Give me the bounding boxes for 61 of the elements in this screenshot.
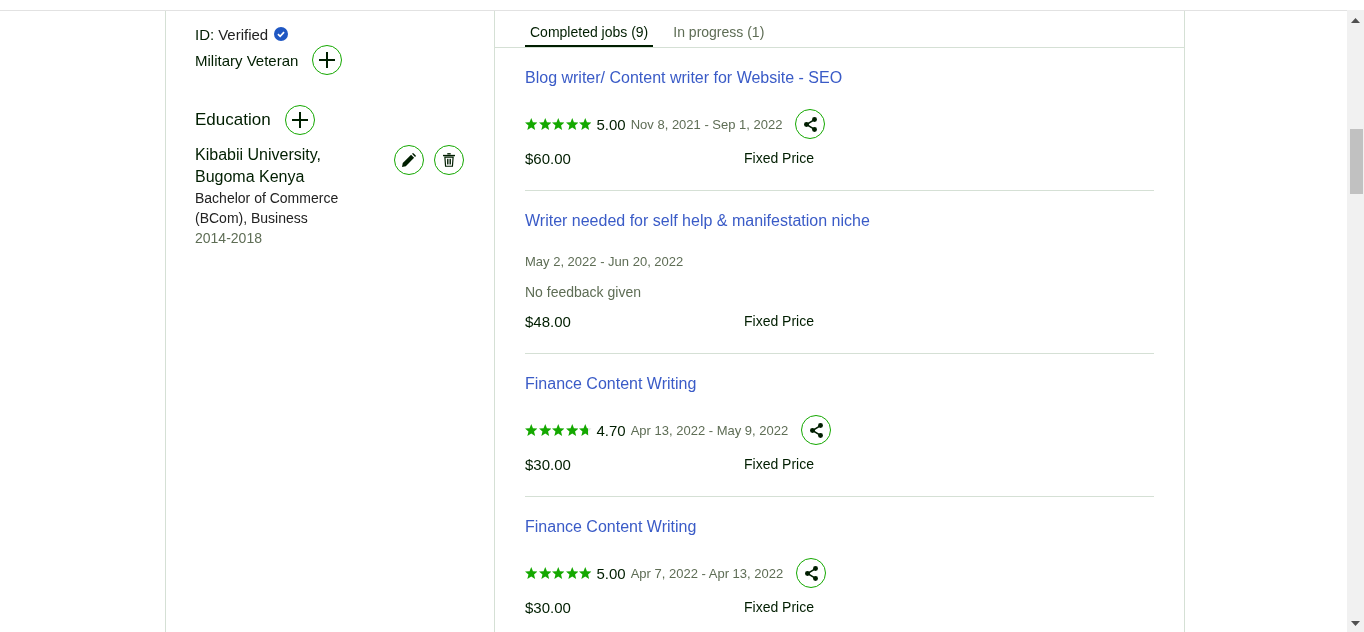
rating-value: 4.70: [596, 421, 626, 439]
share-icon: [804, 565, 818, 581]
star-icon: [538, 424, 551, 436]
star-icon: [579, 567, 592, 579]
job-title-link[interactable]: Finance Content Writing: [525, 516, 697, 538]
plus-icon: [291, 112, 308, 128]
tab[interactable]: In progress (1): [668, 11, 770, 47]
job-dates: Apr 13, 2022 - May 9, 2022: [630, 422, 789, 438]
scroll-down-icon[interactable]: [1351, 621, 1360, 626]
star-icon: [565, 118, 578, 130]
pencil-icon: [402, 153, 416, 167]
job-title-link[interactable]: Writer needed for self help & manifestation niche: [525, 210, 870, 232]
star-icon: [565, 567, 578, 579]
trash-icon: [443, 153, 455, 167]
share-icon: [809, 422, 823, 438]
plus-icon: [319, 52, 336, 68]
share-icon: [804, 116, 817, 132]
star-icon: [538, 118, 551, 130]
star-icon: [552, 118, 565, 130]
contract-type: Fixed Price: [744, 313, 816, 329]
star-icon: [565, 424, 578, 436]
star-icon: [552, 567, 565, 579]
id-status: Verified: [218, 25, 269, 43]
star-icon: [525, 424, 538, 436]
job-dates: Apr 7, 2022 - Apr 13, 2022: [630, 565, 784, 581]
id-label: ID:: [195, 25, 215, 43]
star-icon: [552, 424, 565, 436]
study-years: 2014-2018: [195, 229, 263, 248]
job-dates: May 2, 2022 - Jun 20, 2022: [525, 253, 684, 271]
star-icon: [579, 424, 592, 436]
share-button[interactable]: [796, 558, 827, 588]
military-veteran-label: Military Veteran: [195, 51, 299, 69]
contract-type: Fixed Price: [744, 150, 816, 166]
job-title-link[interactable]: Finance Content Writing: [525, 373, 697, 395]
job-price: $30.00: [525, 598, 572, 616]
star-icon: [525, 118, 538, 130]
job-price: $30.00: [525, 455, 572, 473]
share-button[interactable]: [801, 415, 832, 445]
rating-value: 5.00: [596, 115, 626, 133]
rating-value: 5.00: [596, 564, 626, 582]
edit-button[interactable]: [394, 145, 424, 175]
contract-type: Fixed Price: [744, 599, 816, 615]
star-icon: [579, 118, 592, 130]
job-price: $48.00: [525, 312, 572, 330]
degree-name: Bachelor of Commerce (BCom), Business: [195, 189, 340, 228]
add-button[interactable]: [312, 45, 343, 75]
star-icon: [525, 567, 538, 579]
job-title-link[interactable]: Blog writer/ Content writer for Website - SEO: [525, 67, 843, 89]
add-button[interactable]: [284, 105, 315, 135]
share-button[interactable]: [795, 109, 826, 139]
star-icon: [538, 567, 551, 579]
contract-type: Fixed Price: [744, 456, 816, 472]
tab[interactable]: Completed jobs (9): [525, 11, 654, 47]
school-name: Kibabii University, Bugoma Kenya: [195, 145, 322, 187]
job-price: $60.00: [525, 149, 572, 167]
feedback-note: No feedback given: [525, 283, 642, 302]
scroll-up-icon[interactable]: [1351, 18, 1360, 23]
scrollbar-thumb[interactable]: [1350, 129, 1363, 194]
section-heading: Education: [195, 110, 271, 130]
job-dates: Nov 8, 2021 - Sep 1, 2022: [630, 116, 783, 132]
delete-button[interactable]: [434, 145, 464, 175]
